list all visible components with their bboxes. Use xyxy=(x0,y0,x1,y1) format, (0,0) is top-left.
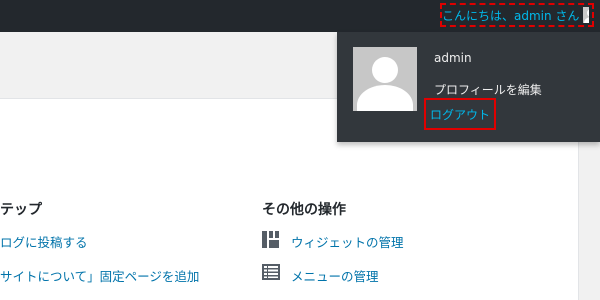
manage-menus-link[interactable]: メニューの管理 xyxy=(291,266,379,285)
profile-avatar[interactable] xyxy=(353,47,417,111)
user-account-dropdown: admin プロフィールを編集 ログアウト xyxy=(337,32,600,142)
user-avatar-icon[interactable] xyxy=(583,7,589,23)
write-blog-post-link[interactable]: ログに投稿する xyxy=(0,232,88,251)
logout-label[interactable]: ログアウト xyxy=(430,106,490,123)
add-about-page-link[interactable]: サイトについて」固定ページを追加 xyxy=(0,266,199,285)
edit-profile-link[interactable]: プロフィールを編集 xyxy=(434,81,542,98)
more-actions-heading: その他の操作 xyxy=(262,202,346,218)
logout-button[interactable]: ログアウト xyxy=(424,98,496,130)
widgets-icon xyxy=(262,231,279,248)
avatar-shoulders xyxy=(357,85,413,111)
manage-widgets-link[interactable]: ウィジェットの管理 xyxy=(291,232,404,251)
next-steps-heading: テップ xyxy=(0,202,42,218)
admin-bar: こんにちは、admin さん xyxy=(0,0,600,32)
avatar-head xyxy=(372,57,398,83)
menus-icon xyxy=(262,264,280,280)
greeting-text[interactable]: こんにちは、admin さん xyxy=(442,7,579,24)
my-account-menu[interactable]: こんにちは、admin さん xyxy=(440,3,594,27)
dropdown-username[interactable]: admin xyxy=(434,51,472,65)
